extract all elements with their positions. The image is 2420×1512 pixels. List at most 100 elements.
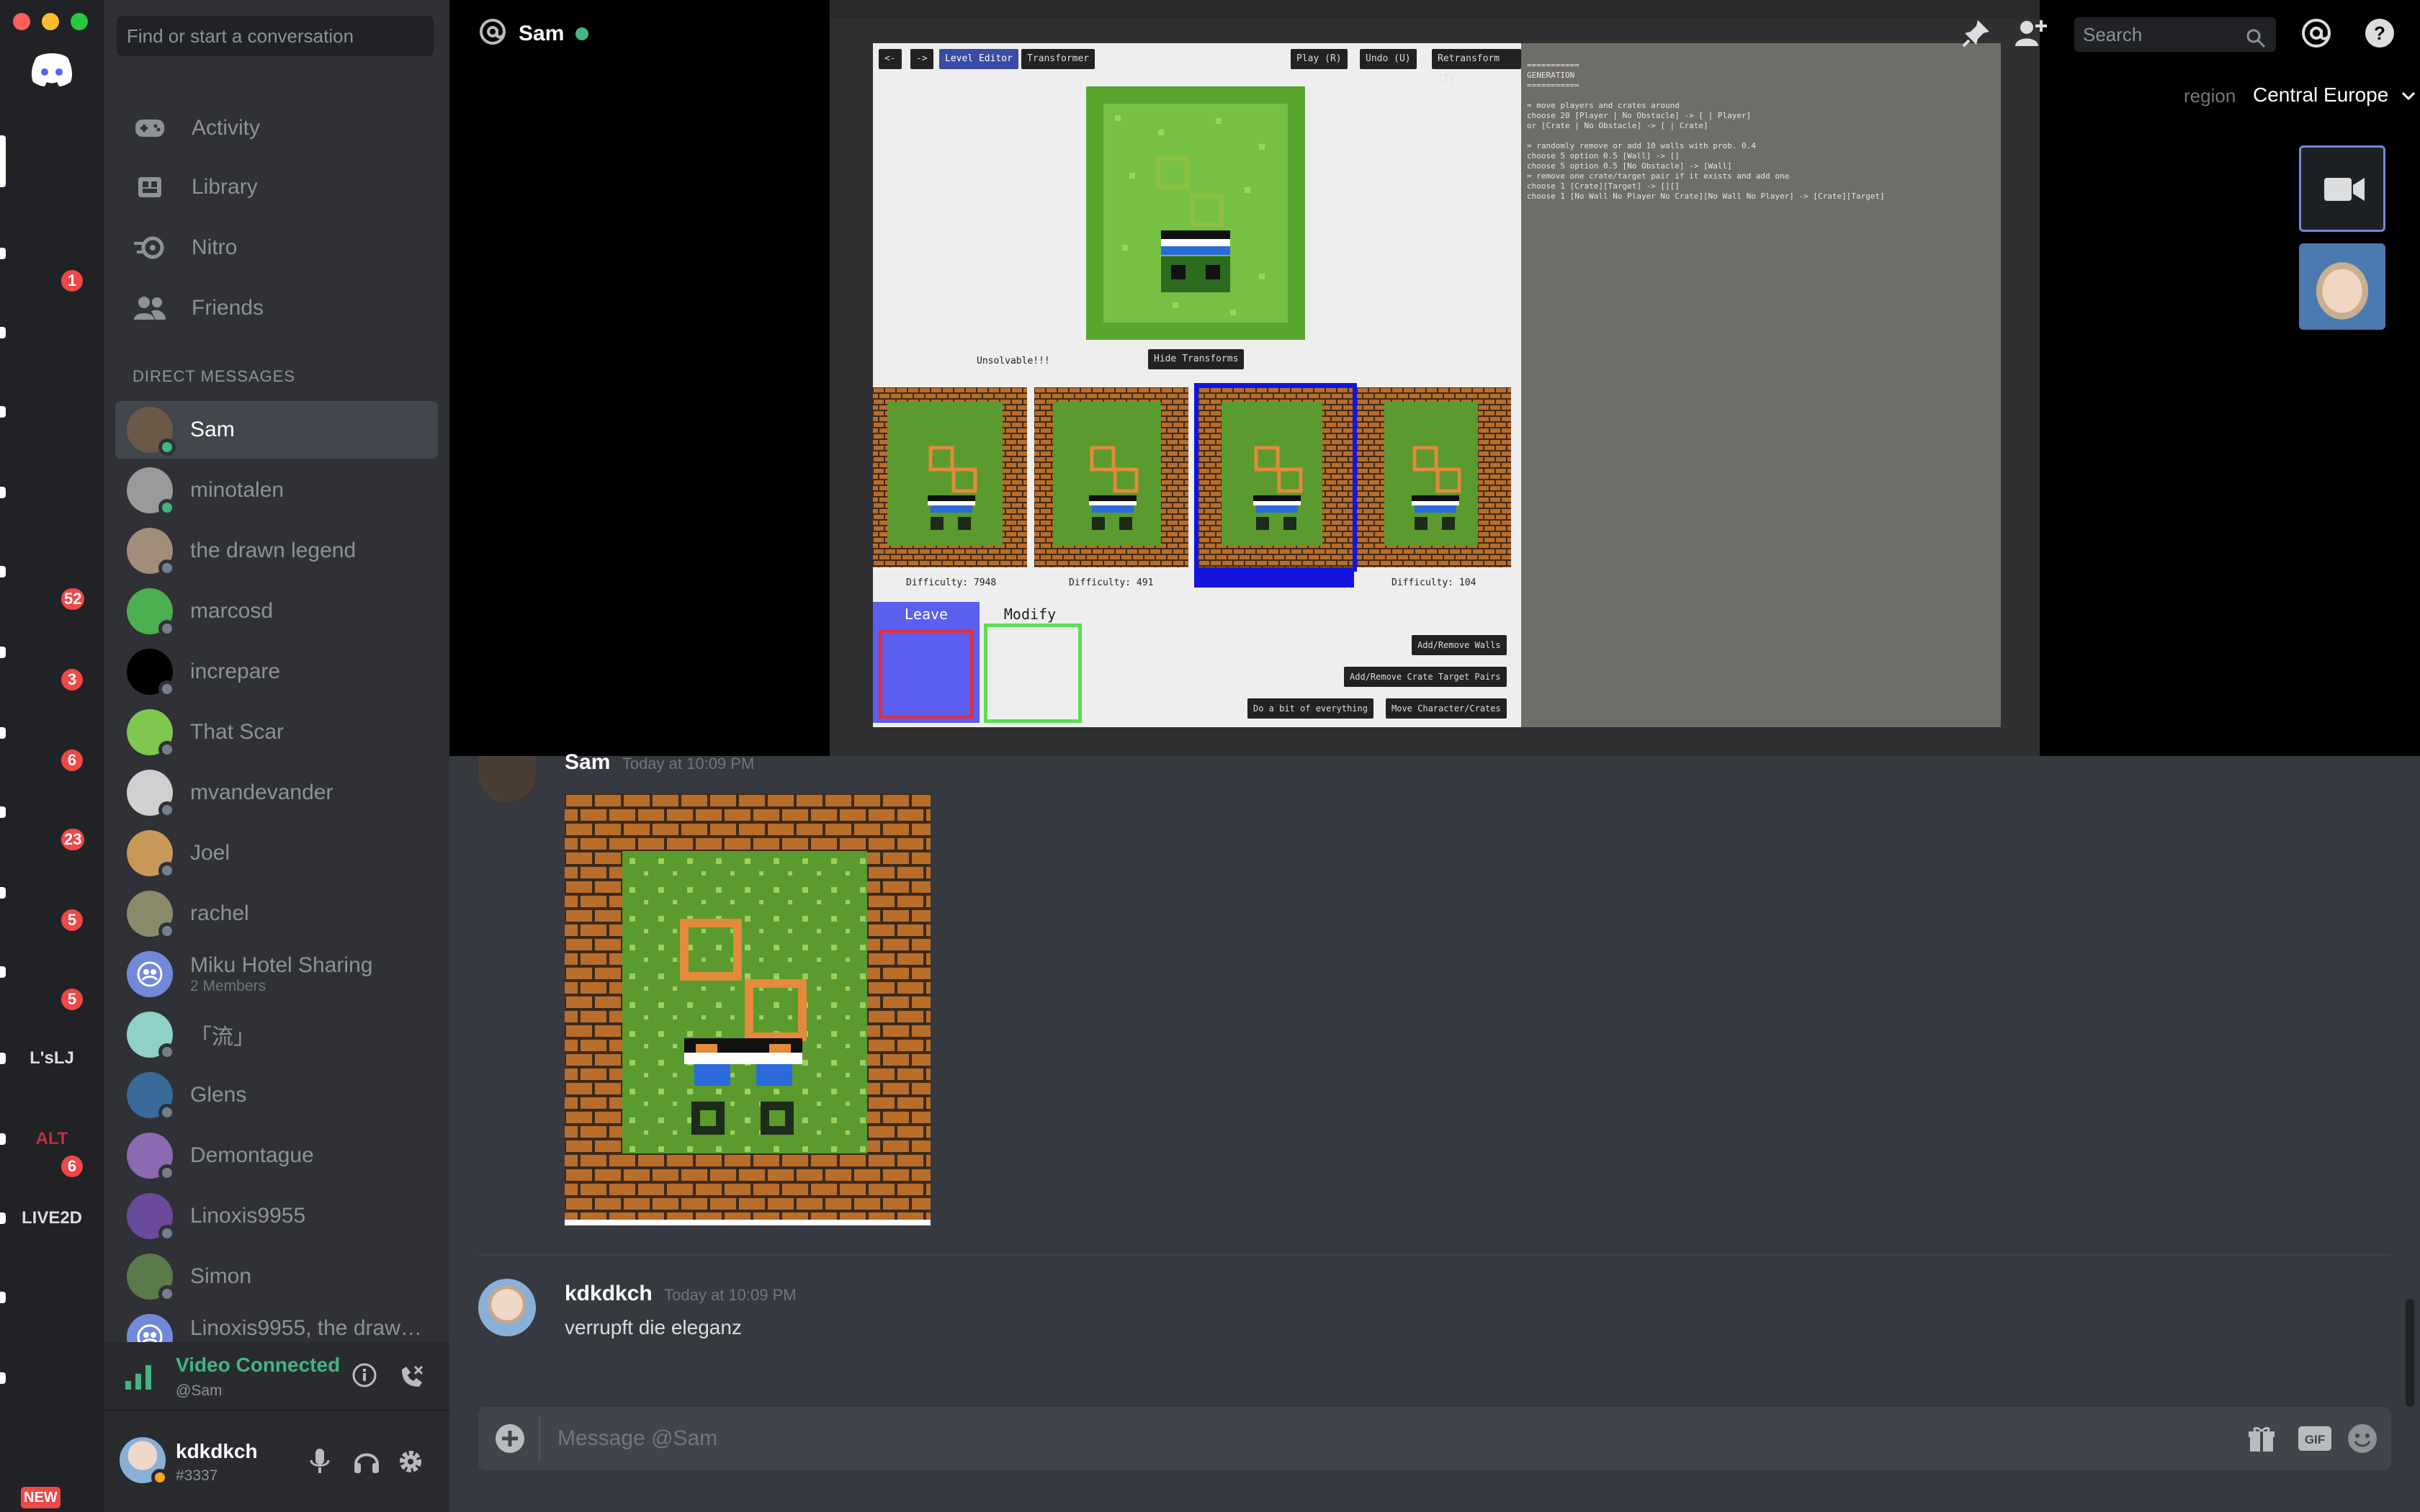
editor-toolbar-button[interactable]: Undo (U) bbox=[1360, 49, 1417, 69]
server-icon[interactable] bbox=[0, 1342, 104, 1421]
self-video-tile[interactable] bbox=[2299, 145, 2385, 232]
editor-toolbar-button[interactable]: <- bbox=[879, 49, 902, 69]
editor-toolbar-button[interactable]: Transformer bbox=[1021, 49, 1095, 69]
voice-channel-label: @Sam bbox=[176, 1382, 223, 1399]
dm-name: rachel bbox=[190, 901, 249, 925]
server-icon[interactable]: 5 bbox=[0, 936, 104, 1015]
dm-text: Linoxis9955 bbox=[190, 1204, 305, 1228]
connection-info-icon[interactable] bbox=[351, 1362, 377, 1392]
transform-action-button[interactable]: Move Character/Crates bbox=[1386, 698, 1507, 719]
disconnect-call-icon[interactable] bbox=[398, 1362, 426, 1395]
server-icon[interactable]: L'sLJ bbox=[0, 1022, 104, 1102]
dm-text: That Scar bbox=[190, 720, 284, 744]
nav-friends[interactable]: Friends bbox=[115, 281, 438, 336]
transform-action-button[interactable]: Do a bit of everything bbox=[1247, 698, 1373, 719]
server-icon[interactable]: 3 bbox=[0, 616, 104, 696]
zoom-window-button[interactable] bbox=[71, 13, 88, 30]
dm-item[interactable]: Sam bbox=[115, 401, 438, 459]
message-input[interactable]: Message @Sam bbox=[557, 1407, 717, 1470]
remote-video-tile[interactable] bbox=[2299, 243, 2385, 330]
server-icon[interactable] bbox=[0, 297, 104, 376]
server-icon[interactable] bbox=[0, 376, 104, 455]
search-icon bbox=[2246, 24, 2266, 59]
server-icon[interactable] bbox=[0, 125, 104, 204]
mentions-icon[interactable] bbox=[2299, 16, 2334, 50]
message-avatar[interactable] bbox=[478, 756, 536, 802]
server-icon[interactable] bbox=[0, 1261, 104, 1341]
server-unread-badge: 6 bbox=[58, 1152, 86, 1181]
minimize-window-button[interactable] bbox=[42, 13, 59, 30]
voice-connected-label[interactable]: Video Connected bbox=[176, 1354, 340, 1377]
unread-server-pip bbox=[0, 1133, 6, 1145]
server-icon[interactable]: 23 bbox=[0, 776, 104, 855]
dm-item[interactable]: Joel bbox=[115, 824, 438, 882]
dm-item[interactable]: Demontague bbox=[115, 1127, 438, 1184]
message-image-attachment[interactable] bbox=[565, 793, 931, 1225]
server-icon[interactable]: LIVE2D bbox=[0, 1182, 104, 1261]
presence-status bbox=[158, 438, 176, 456]
editor-toolbar-button[interactable]: Retransform (T) bbox=[1432, 49, 1521, 84]
chat-scrollbar[interactable] bbox=[2406, 1299, 2414, 1407]
settings-gear-icon[interactable] bbox=[396, 1447, 425, 1480]
help-icon[interactable]: ? bbox=[2362, 16, 2397, 50]
transform-action-button[interactable]: Add/Remove Walls bbox=[1412, 635, 1507, 655]
pin-icon[interactable] bbox=[1959, 16, 1994, 50]
message-author[interactable]: kdkdkch bbox=[565, 1282, 653, 1305]
editor-toolbar-button[interactable]: Level Editor bbox=[939, 49, 1018, 69]
message-avatar[interactable] bbox=[478, 1279, 536, 1336]
dm-item[interactable]: mvandevander bbox=[115, 764, 438, 822]
message-author[interactable]: Sam bbox=[565, 750, 610, 774]
transform-thumbnail[interactable] bbox=[1357, 387, 1511, 567]
gif-icon[interactable]: GIF bbox=[2298, 1426, 2332, 1455]
dm-name: Joel bbox=[190, 841, 230, 865]
dm-item[interactable]: the drawn legend bbox=[115, 522, 438, 580]
dm-item[interactable]: rachel bbox=[115, 885, 438, 942]
user-avatar[interactable] bbox=[120, 1437, 169, 1486]
mic-icon[interactable] bbox=[308, 1447, 331, 1480]
header-search-input[interactable]: Search bbox=[2074, 17, 2276, 52]
presence-status bbox=[158, 1285, 176, 1302]
dm-item[interactable]: 「流」 bbox=[115, 1006, 438, 1063]
dm-item[interactable]: Linoxis9955 bbox=[115, 1187, 438, 1245]
generation-code-pane[interactable]: =========== GENERATION =========== = mov… bbox=[1521, 43, 2001, 727]
region-select[interactable]: Central Europe bbox=[2253, 84, 2416, 107]
close-window-button[interactable] bbox=[13, 13, 30, 30]
editor-toolbar-button[interactable]: -> bbox=[910, 49, 933, 69]
leave-swatch[interactable] bbox=[873, 622, 980, 723]
emoji-icon[interactable] bbox=[2347, 1423, 2378, 1458]
server-icon[interactable]: ALT 6 bbox=[0, 1103, 104, 1182]
dm-item[interactable]: Miku Hotel Sharing 2 Members bbox=[115, 945, 438, 1003]
dm-item[interactable]: Simon bbox=[115, 1248, 438, 1305]
modify-swatch[interactable] bbox=[984, 624, 1082, 723]
dm-name: increpare bbox=[190, 660, 281, 683]
transform-action-button[interactable]: Add/Remove Crate Target Pairs bbox=[1344, 667, 1507, 687]
server-icon[interactable]: 52 bbox=[0, 536, 104, 615]
nav-activity[interactable]: Activity bbox=[115, 101, 438, 156]
nav-nitro[interactable]: Nitro bbox=[115, 220, 438, 275]
hide-transforms-button[interactable]: Hide Transforms bbox=[1148, 349, 1245, 369]
editor-toolbar-button[interactable]: Play (R) bbox=[1291, 49, 1348, 69]
server-icon[interactable] bbox=[0, 456, 104, 536]
server-icon[interactable] bbox=[0, 33, 104, 112]
dm-item[interactable]: Glens bbox=[115, 1066, 438, 1124]
dm-item[interactable]: marcosd bbox=[115, 582, 438, 640]
dm-item[interactable]: That Scar bbox=[115, 703, 438, 761]
dm-search-input[interactable]: Find or start a conversation bbox=[117, 16, 434, 56]
transform-thumbnail[interactable] bbox=[1194, 383, 1357, 572]
puzzlescript-window: <- -> Level Editor Transformer Play (R) Undo … bbox=[873, 43, 2001, 727]
server-icon[interactable]: NEW bbox=[0, 1423, 104, 1512]
transform-thumbnail[interactable] bbox=[1034, 387, 1188, 567]
add-attachment-icon[interactable] bbox=[494, 1423, 526, 1458]
screen-share-stream[interactable]: <- -> Level Editor Transformer Play (R) Undo … bbox=[830, 0, 2040, 756]
gift-icon[interactable] bbox=[2247, 1424, 2276, 1457]
server-icon[interactable]: 1 bbox=[0, 217, 104, 297]
dm-item[interactable]: minotalen bbox=[115, 462, 438, 519]
transform-thumbnail[interactable] bbox=[873, 387, 1027, 567]
dm-item[interactable]: increpare bbox=[115, 643, 438, 701]
headphones-icon[interactable] bbox=[353, 1447, 380, 1480]
unread-server-pip bbox=[0, 406, 6, 418]
add-friend-icon[interactable] bbox=[2014, 16, 2048, 50]
server-icon[interactable]: 6 bbox=[0, 697, 104, 776]
server-icon[interactable]: 5 bbox=[0, 857, 104, 936]
nav-library[interactable]: Library bbox=[115, 160, 438, 215]
